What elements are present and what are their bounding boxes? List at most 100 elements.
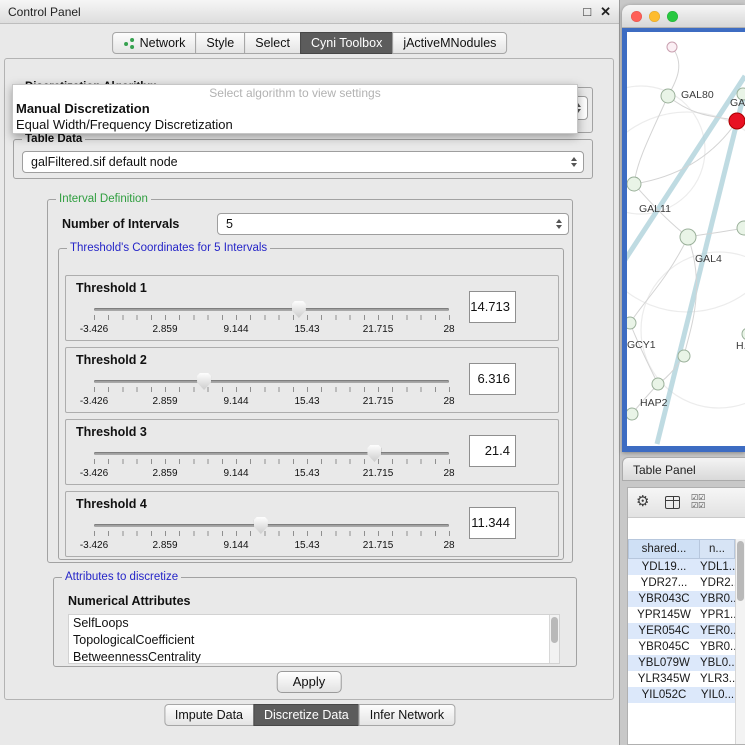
table-row[interactable]: YLR345WYLR3... — [628, 671, 735, 687]
slider-track[interactable] — [94, 308, 449, 311]
tab-select[interactable]: Select — [244, 32, 301, 54]
scale-label: 2.859 — [152, 396, 177, 407]
table-panel-window: ⚙ ☑☑ ☑☑ shared... n... YDL19...YDL1...YD… — [627, 487, 745, 745]
dropdown-option-equal-width-frequency[interactable]: Equal Width/Frequency Discretization — [13, 117, 577, 133]
table-row[interactable]: YBR043CYBR0... — [628, 591, 735, 607]
tab-impute-data[interactable]: Impute Data — [164, 704, 254, 726]
columns-icon[interactable] — [665, 496, 680, 509]
scale-label: 15.43 — [294, 396, 319, 407]
node-label: GAL80 — [681, 89, 714, 101]
combobox-value: galFiltered.sif default node — [31, 155, 178, 169]
network-edge[interactable] — [634, 96, 668, 184]
network-canvas[interactable]: GAL80GA...GAL11GAL4GCY1H...HAP2 — [627, 32, 745, 446]
scale-label: 28 — [443, 540, 454, 551]
tab-label: Impute Data — [175, 705, 243, 725]
select-columns-icon[interactable]: ☑☑ ☑☑ — [691, 494, 705, 510]
slider-track[interactable] — [94, 524, 449, 527]
network-node[interactable] — [667, 42, 677, 52]
attribute-item[interactable]: BetweennessCentrality — [69, 649, 559, 664]
table-row[interactable]: YDR27...YDR2... — [628, 575, 735, 591]
tab-label: Cyni Toolbox — [311, 33, 382, 53]
threshold-4-slider[interactable]: -3.4262.8599.14415.4321.71528 — [76, 514, 477, 556]
group-legend: Interval Definition — [56, 192, 151, 206]
tab-label: jActiveMNodules — [403, 33, 496, 53]
threshold-value-field[interactable]: 6.316 — [469, 363, 516, 395]
network-window-titlebar[interactable] — [622, 5, 745, 28]
group-legend: Attributes to discretize — [62, 570, 181, 584]
node-label: H... — [736, 340, 745, 352]
scale-label: 2.859 — [152, 324, 177, 335]
table-panel-titlebar[interactable]: Table Panel — [622, 457, 745, 481]
network-node[interactable] — [737, 221, 745, 235]
table-scrollbar[interactable] — [735, 539, 745, 744]
table-cell: YBL079W — [628, 655, 700, 671]
column-header-shared-name[interactable]: shared... — [628, 539, 700, 559]
tab-discretize-data[interactable]: Discretize Data — [253, 704, 360, 726]
tab-cyni-toolbox[interactable]: Cyni Toolbox — [300, 32, 393, 54]
column-header-name[interactable]: n... — [700, 539, 735, 559]
number-of-intervals-combobox[interactable]: 5 — [217, 213, 569, 235]
selected-red-node[interactable] — [729, 113, 745, 129]
scale-label: 21.715 — [363, 396, 394, 407]
threshold-3-slider[interactable]: -3.4262.8599.14415.4321.71528 — [76, 442, 477, 484]
scale-label: 9.144 — [223, 540, 248, 551]
table-row[interactable]: YPR145WYPR1... — [628, 607, 735, 623]
threshold-value-field[interactable]: 14.713 — [469, 291, 516, 323]
network-node-gcy1[interactable] — [627, 317, 636, 329]
threshold-value-field[interactable]: 21.4 — [469, 435, 516, 467]
scrollbar-thumb[interactable] — [551, 617, 558, 643]
numerical-attributes-list[interactable]: SelfLoopsTopologicalCoefficientBetweenne… — [68, 614, 560, 664]
bottom-tab-bar: Impute Data Discretize Data Infer Network — [164, 704, 455, 726]
attribute-item[interactable]: TopologicalCoefficient — [69, 632, 559, 649]
tab-label: Discretize Data — [264, 705, 349, 725]
table-rows: YDL19...YDL1...YDR27...YDR2...YBR043CYBR… — [628, 559, 735, 703]
close-traffic-light-icon[interactable] — [631, 11, 642, 22]
tab-infer-network[interactable]: Infer Network — [359, 704, 455, 726]
attribute-item[interactable]: SelfLoops — [69, 615, 559, 632]
table-cell: YPR1... — [700, 607, 735, 623]
gear-icon[interactable]: ⚙ — [636, 493, 649, 511]
dropdown-option-manual-discretization[interactable]: Manual Discretization — [13, 101, 577, 117]
tab-network[interactable]: Network — [112, 32, 197, 54]
threshold-2-slider[interactable]: -3.4262.8599.14415.4321.71528 — [76, 370, 477, 412]
control-panel-titlebar[interactable]: Control Panel □ ✕ — [0, 0, 619, 24]
scrollbar-thumb[interactable] — [737, 541, 744, 601]
table-data-combobox[interactable]: galFiltered.sif default node — [22, 151, 584, 173]
network-node-gal11[interactable] — [627, 177, 641, 191]
dropdown-placeholder: Select algorithm to view settings — [13, 85, 577, 101]
table-row[interactable]: YER054CYER0... — [628, 623, 735, 639]
table-cell: YIL052C — [628, 687, 700, 703]
float-window-icon[interactable]: □ — [583, 4, 591, 20]
table-row[interactable]: YIL052CYIL0... — [628, 687, 735, 703]
slider-ticks — [94, 459, 450, 464]
slider-ticks — [94, 387, 450, 392]
number-of-intervals-label: Number of Intervals — [62, 217, 179, 231]
table-cell: YER054C — [628, 623, 700, 639]
threshold-value-field[interactable]: 11.344 — [469, 507, 516, 539]
numerical-attributes-label: Numerical Attributes — [68, 594, 190, 608]
slider-track[interactable] — [94, 452, 449, 455]
table-cell: YPR145W — [628, 607, 700, 623]
table-row[interactable]: YBR045CYBR0... — [628, 639, 735, 655]
tab-style[interactable]: Style — [195, 32, 245, 54]
network-node-gal80[interactable] — [661, 89, 675, 103]
table-row[interactable]: YBL079WYBL0... — [628, 655, 735, 671]
tab-jactivemnodules[interactable]: jActiveMNodules — [392, 32, 507, 54]
scale-label: -3.426 — [80, 324, 108, 335]
threshold-label: Threshold 4 — [76, 497, 147, 511]
network-edge[interactable] — [688, 228, 744, 237]
network-edge[interactable] — [668, 47, 679, 96]
list-scrollbar[interactable] — [549, 615, 559, 663]
apply-button[interactable]: Apply — [277, 671, 342, 693]
network-node-hap2[interactable] — [652, 378, 664, 390]
network-node[interactable] — [627, 408, 638, 420]
zoom-traffic-light-icon[interactable] — [667, 11, 678, 22]
slider-track[interactable] — [94, 380, 449, 383]
threshold-1-slider[interactable]: -3.4262.8599.14415.4321.71528 — [76, 298, 477, 340]
table-row[interactable]: YDL19...YDL1... — [628, 559, 735, 575]
network-node[interactable] — [678, 350, 690, 362]
threshold-2-panel: Threshold 2 -3.4262.8599.14415.4321.7152… — [65, 347, 559, 413]
close-icon[interactable]: ✕ — [600, 4, 611, 20]
network-node-gal4[interactable] — [680, 229, 696, 245]
minimize-traffic-light-icon[interactable] — [649, 11, 660, 22]
